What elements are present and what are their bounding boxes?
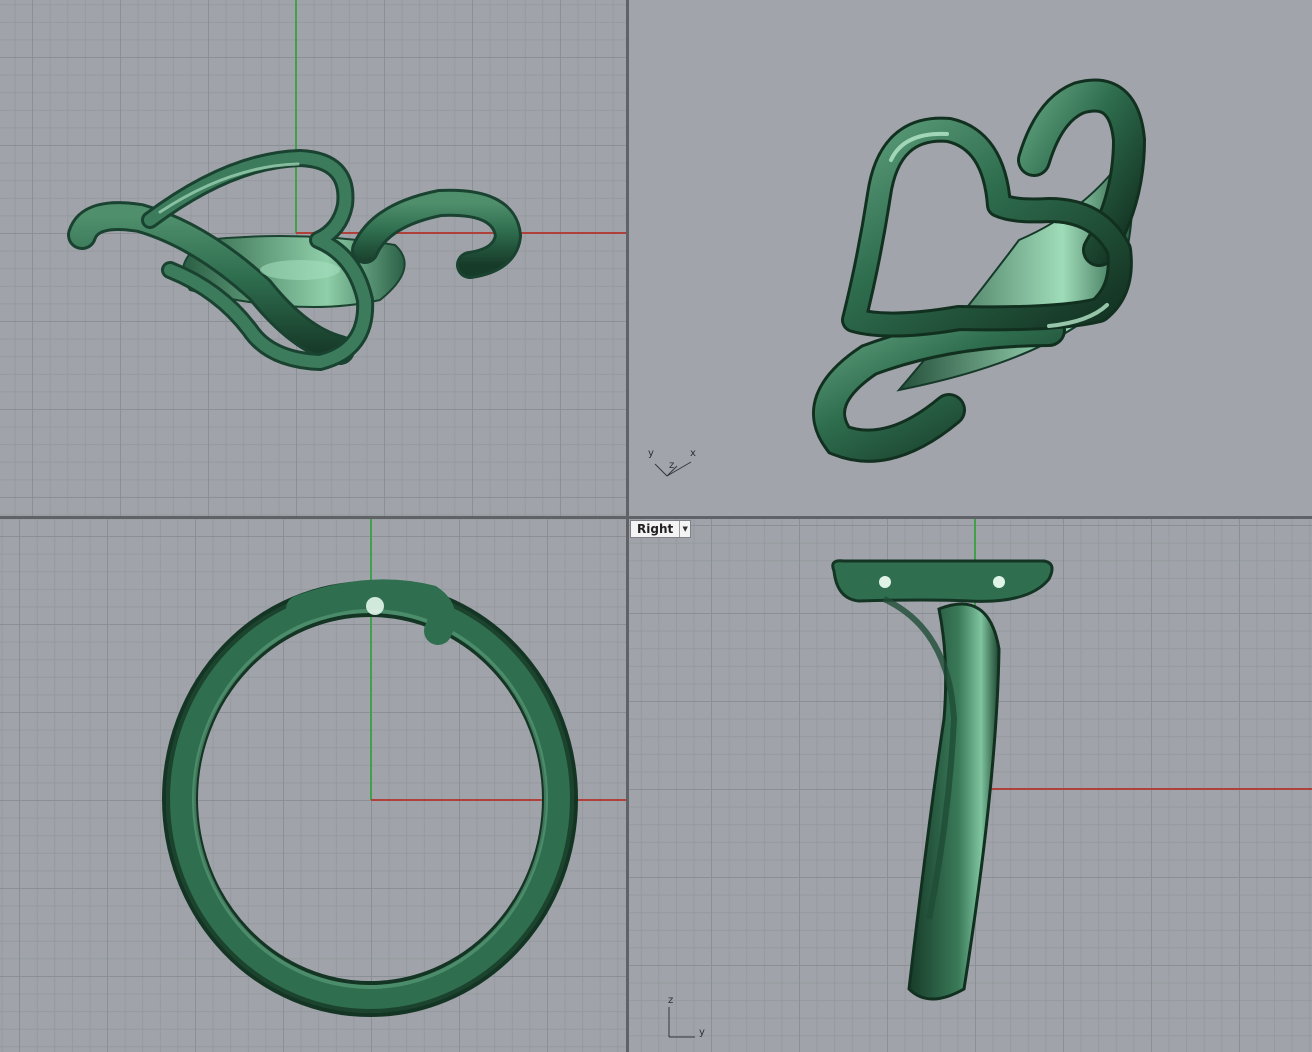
viewport-title-right-label[interactable]: Right — [631, 521, 679, 537]
viewport-perspective[interactable]: y z x — [629, 0, 1312, 516]
heart-ring-model-perspective-view[interactable] — [629, 0, 1312, 516]
axis-label-z: z — [668, 995, 674, 1006]
axis-label-y: y — [648, 448, 654, 459]
heart-ring-model-top-view[interactable] — [0, 0, 626, 516]
heart-ring-model-right-view[interactable] — [629, 519, 1312, 1052]
viewport-splitter-vertical[interactable] — [626, 0, 629, 1052]
axis-label-z: z — [669, 460, 675, 471]
chevron-down-icon[interactable]: ▼ — [679, 521, 690, 537]
viewport-splitter-horizontal[interactable] — [0, 516, 1312, 519]
heart-ring-model-front-view[interactable] — [0, 519, 626, 1052]
viewport-right[interactable]: Right ▼ z y — [629, 519, 1312, 1052]
rhino-four-viewport-layout: y z x Right ▼ z y — [0, 0, 1312, 1052]
tripod-lines — [654, 461, 692, 477]
axis-label-y: y — [699, 1027, 705, 1038]
axis-tripod-right: z y — [665, 995, 715, 1041]
axis-label-x: x — [690, 448, 696, 459]
viewport-top[interactable] — [0, 0, 626, 516]
axis-tripod-perspective: y z x — [645, 446, 705, 482]
viewport-title-right[interactable]: Right ▼ — [630, 520, 692, 538]
viewport-front[interactable] — [0, 519, 626, 1052]
